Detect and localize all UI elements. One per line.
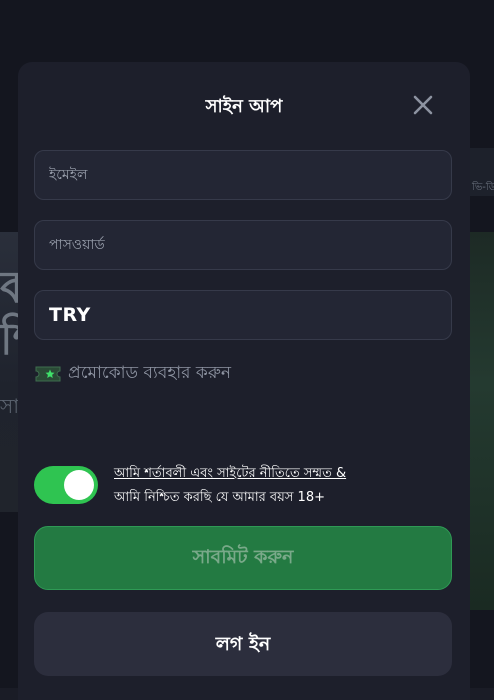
close-button[interactable] <box>410 92 436 118</box>
consent-row: আমি শর্তাবলী এবং সাইটের নীতিতে সম্মত & আ… <box>34 462 454 512</box>
close-icon <box>413 95 433 115</box>
password-field[interactable] <box>35 221 451 269</box>
promo-code-label: প্রমোকোড ব্যবহার করুন <box>68 363 232 383</box>
ticket-star-icon <box>35 366 61 382</box>
email-field[interactable] <box>35 151 451 199</box>
signup-modal: সাইন আপ প্রমোকোড ব্যবহার করুন আমি শর্তাব… <box>18 62 470 700</box>
submit-button[interactable]: সাবমিট করুন <box>34 526 452 590</box>
consent-text: আমি শর্তাবলী এবং সাইটের নীতিতে সম্মত & আ… <box>114 462 454 510</box>
email-field-wrapper <box>34 150 452 200</box>
modal-title: সাইন আপ <box>205 96 283 117</box>
background-banner-right <box>470 232 494 610</box>
currency-field[interactable] <box>35 291 451 339</box>
login-button[interactable]: লগ ইন <box>34 612 452 676</box>
password-field-wrapper <box>34 220 452 270</box>
consent-toggle[interactable] <box>34 466 98 504</box>
age-confirmation-text: আমি নিশ্চিত করছি যে আমার বয়স 18+ <box>114 490 325 505</box>
background-card-caption: ভি-ডি <box>472 182 494 193</box>
toggle-knob <box>64 470 94 500</box>
background-card-right: ভি-ডি <box>470 148 494 196</box>
currency-field-wrapper <box>34 290 452 340</box>
promo-code-toggle[interactable]: প্রমোকোড ব্যবহার করুন <box>34 360 231 388</box>
terms-link[interactable]: আমি শর্তাবলী এবং সাইটের নীতিতে সম্মত & <box>114 466 346 481</box>
